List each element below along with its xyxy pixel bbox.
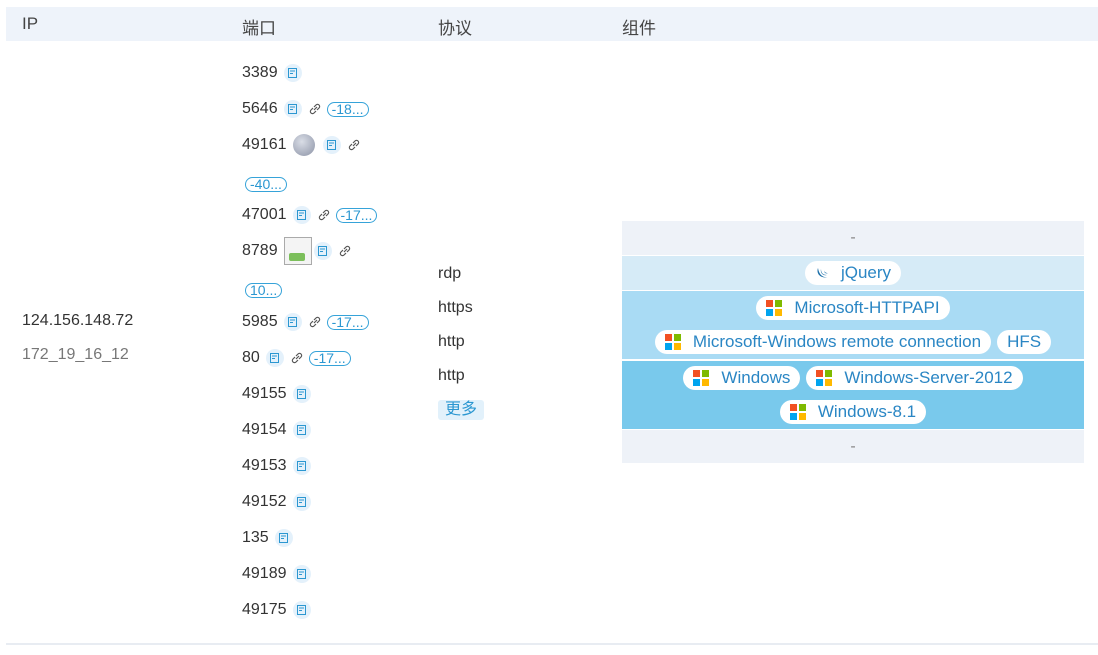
report-icon[interactable] bbox=[292, 421, 311, 439]
microsoft-logo-icon bbox=[816, 370, 833, 386]
port-badge[interactable]: -17... bbox=[335, 207, 378, 223]
report-icon[interactable] bbox=[292, 385, 311, 403]
port-row: 10... bbox=[245, 280, 283, 300]
port-row: 49161 bbox=[242, 134, 366, 156]
component-row: Windows Windows-Server-2012 Windows-8.1 bbox=[622, 361, 1084, 429]
port-number[interactable]: 47001 bbox=[242, 206, 287, 224]
port-badge[interactable]: -40... bbox=[245, 176, 287, 192]
report-icon[interactable] bbox=[283, 313, 302, 331]
protocol-item[interactable]: http bbox=[438, 333, 465, 351]
component-tag-microsoft-windows-remote[interactable]: Microsoft-Windows remote connection bbox=[654, 330, 992, 354]
globe-icon bbox=[292, 134, 315, 156]
port-row: 8789 bbox=[242, 237, 357, 265]
port-row: 5985 -17... bbox=[242, 312, 369, 332]
port-row: 135 bbox=[242, 528, 299, 548]
port-number[interactable]: 3389 bbox=[242, 64, 278, 82]
report-icon[interactable] bbox=[292, 206, 311, 224]
link-icon[interactable] bbox=[308, 102, 322, 116]
component-tag-microsoft-httpapi[interactable]: Microsoft-HTTPAPI bbox=[756, 296, 950, 320]
component-row-empty: - bbox=[622, 221, 1084, 255]
ip-hostname: 172_19_16_12 bbox=[22, 346, 129, 363]
port-row: 49154 bbox=[242, 420, 317, 440]
port-badge[interactable]: -17... bbox=[308, 350, 351, 366]
component-row-empty: - bbox=[622, 430, 1084, 463]
port-badge[interactable]: -18... bbox=[326, 101, 369, 117]
link-icon[interactable] bbox=[317, 208, 331, 222]
jquery-icon bbox=[817, 268, 828, 278]
report-icon[interactable] bbox=[274, 529, 293, 547]
port-number[interactable]: 49189 bbox=[242, 565, 287, 583]
component-tag-windows[interactable]: Windows bbox=[683, 366, 801, 390]
component-row: Microsoft-HTTPAPI Microsoft-Windows remo… bbox=[622, 291, 1084, 359]
port-row: 80 -17... bbox=[242, 348, 351, 368]
table-header: IP 端口 协议 组件 bbox=[6, 7, 1098, 41]
link-icon[interactable] bbox=[347, 138, 361, 152]
port-row: 49153 bbox=[242, 456, 317, 476]
report-icon[interactable] bbox=[283, 100, 302, 118]
port-number[interactable]: 49175 bbox=[242, 601, 287, 619]
port-number[interactable]: 49154 bbox=[242, 421, 287, 439]
column-ip: IP bbox=[22, 14, 39, 33]
port-badge[interactable]: 10... bbox=[245, 282, 283, 298]
port-row: 49189 bbox=[242, 564, 317, 584]
port-row: 49155 bbox=[242, 384, 317, 404]
empty-dash: - bbox=[850, 438, 856, 455]
port-badge[interactable]: -17... bbox=[326, 314, 369, 330]
report-icon[interactable] bbox=[292, 565, 311, 583]
port-number[interactable]: 49152 bbox=[242, 493, 287, 511]
component-row: jQuery bbox=[622, 256, 1084, 290]
microsoft-logo-icon bbox=[766, 300, 783, 316]
port-number[interactable]: 80 bbox=[242, 349, 260, 367]
report-icon[interactable] bbox=[292, 601, 311, 619]
protocol-item[interactable]: http bbox=[438, 367, 465, 385]
component-tag-hfs[interactable]: HFS bbox=[997, 330, 1052, 354]
report-icon[interactable] bbox=[313, 242, 332, 260]
screenshot-thumbnail-icon[interactable] bbox=[283, 237, 312, 265]
port-number[interactable]: 49161 bbox=[242, 136, 287, 154]
link-icon[interactable] bbox=[290, 351, 304, 365]
report-icon[interactable] bbox=[265, 349, 284, 367]
microsoft-logo-icon bbox=[693, 370, 710, 386]
ip-address[interactable]: 124.156.148.72 bbox=[22, 312, 133, 330]
port-row: 47001 -17... bbox=[242, 205, 378, 225]
port-row: 5646 -18... bbox=[242, 99, 369, 119]
port-row: 49152 bbox=[242, 492, 317, 512]
protocol-item[interactable]: rdp bbox=[438, 265, 461, 283]
column-port: 端口 bbox=[242, 19, 276, 38]
report-icon[interactable] bbox=[322, 136, 341, 154]
port-number[interactable]: 135 bbox=[242, 529, 269, 547]
microsoft-logo-icon bbox=[664, 334, 681, 350]
port-number[interactable]: 5646 bbox=[242, 100, 278, 118]
component-tag-windows-server-2012[interactable]: Windows-Server-2012 bbox=[806, 366, 1023, 390]
column-protocol: 协议 bbox=[438, 19, 472, 38]
column-component: 组件 bbox=[622, 19, 656, 38]
more-protocols-button[interactable]: 更多 bbox=[438, 400, 485, 420]
protocol-item[interactable]: https bbox=[438, 299, 473, 317]
link-icon[interactable] bbox=[308, 315, 322, 329]
port-number[interactable]: 49155 bbox=[242, 385, 287, 403]
port-number[interactable]: 8789 bbox=[242, 242, 278, 260]
report-icon[interactable] bbox=[283, 64, 302, 82]
report-icon[interactable] bbox=[292, 457, 311, 475]
port-number[interactable]: 49153 bbox=[242, 457, 287, 475]
report-icon[interactable] bbox=[292, 493, 311, 511]
port-row: 49175 bbox=[242, 600, 317, 620]
component-tag-windows-8-1[interactable]: Windows-8.1 bbox=[779, 400, 927, 424]
port-row: 3389 bbox=[242, 63, 308, 83]
component-tag-jquery[interactable]: jQuery bbox=[804, 261, 902, 285]
port-number[interactable]: 5985 bbox=[242, 313, 278, 331]
microsoft-logo-icon bbox=[789, 404, 806, 420]
port-row: -40... bbox=[245, 174, 287, 194]
empty-dash: - bbox=[850, 229, 856, 246]
link-icon[interactable] bbox=[338, 244, 352, 258]
table-bottom-divider bbox=[6, 643, 1098, 645]
